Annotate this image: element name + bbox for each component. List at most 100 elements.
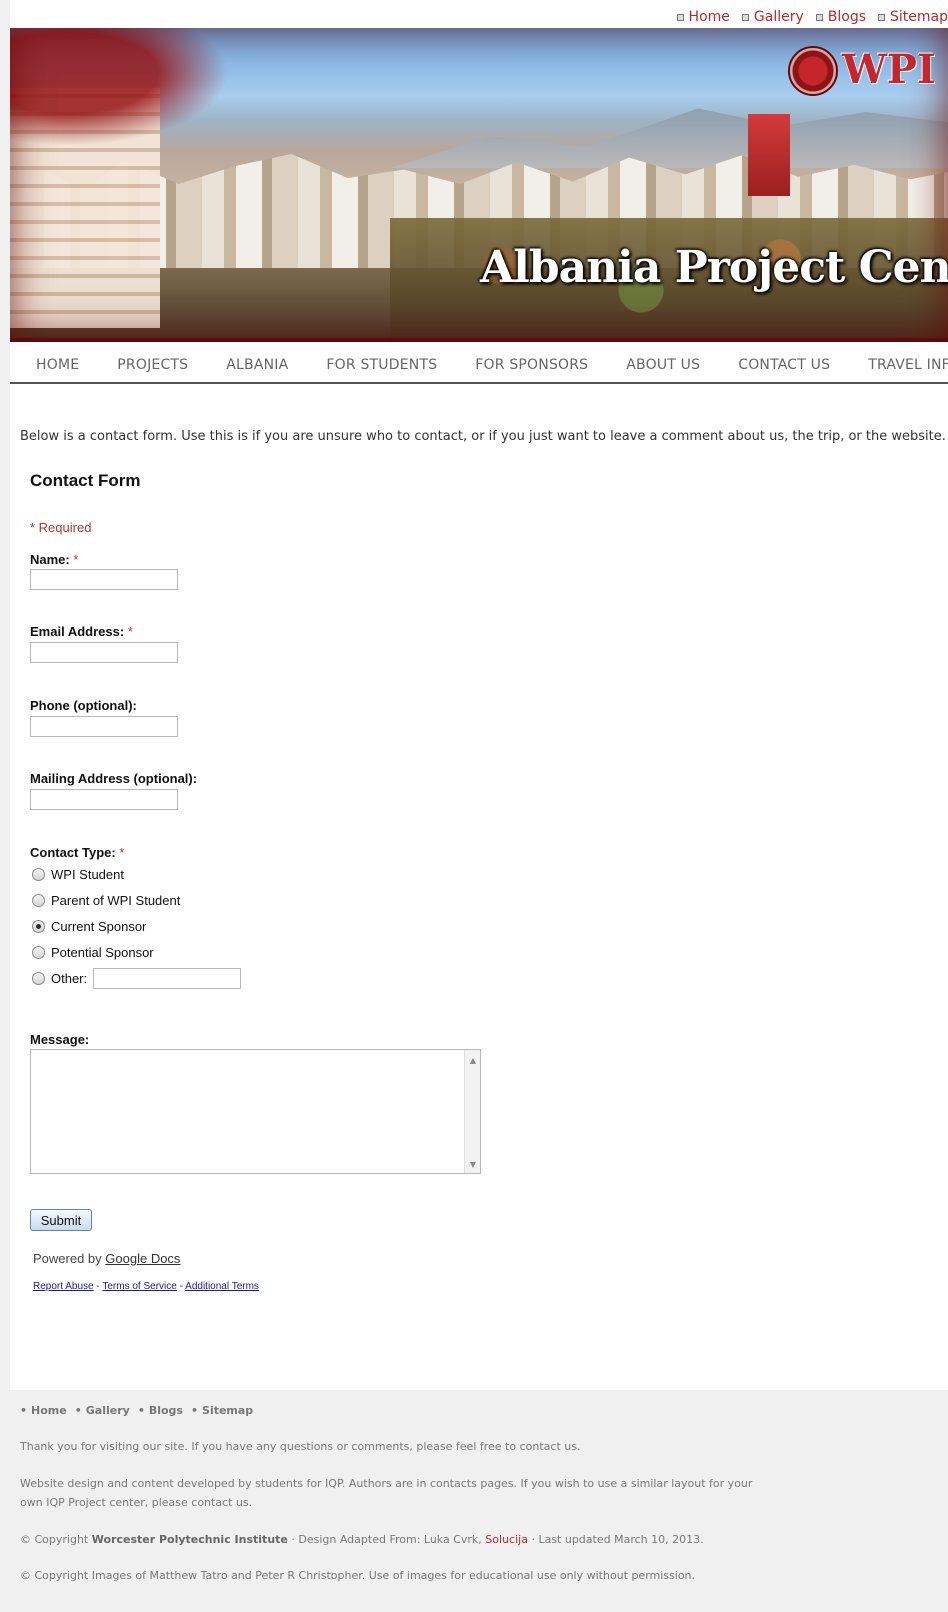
wpi-logo: WPI: [842, 46, 936, 93]
terms-of-service-link[interactable]: Terms of Service: [102, 1281, 176, 1292]
copyright-suffix: · Last updated March 10, 2013.: [531, 1533, 704, 1546]
top-link-label: Gallery: [753, 9, 804, 25]
report-abuse-link[interactable]: Report Abuse: [33, 1281, 94, 1292]
bullet-icon: •: [190, 1404, 199, 1417]
banner-title: Albania Project Center: [480, 242, 948, 293]
message-scrollbar[interactable]: ▲ ▼: [464, 1050, 480, 1173]
footer-copyright: © Copyright Worcester Polytechnic Instit…: [20, 1530, 704, 1549]
contact-type-label-text: Contact Type:: [30, 845, 116, 860]
footer-design-line1: Website design and content developed by …: [20, 1477, 753, 1490]
contact-type-option[interactable]: Current Sponsor: [32, 919, 146, 934]
required-star: *: [119, 845, 125, 860]
footer-link-label: Blogs: [148, 1404, 183, 1417]
email-label-text: Email Address:: [30, 624, 125, 639]
phone-label: Phone (optional):: [30, 698, 137, 713]
phone-field[interactable]: [30, 716, 178, 737]
footer: • Home • Gallery • Blogs • Sitemap Thank you…: [10, 1390, 948, 1612]
radio-button[interactable]: [32, 868, 45, 881]
main-nav: HOME PROJECTS ALBANIA FOR STUDENTS FOR S…: [10, 348, 948, 384]
radio-button[interactable]: [32, 972, 45, 985]
top-link-home[interactable]: Home: [676, 7, 730, 27]
contact-type-option-label: Parent of WPI Student: [51, 893, 181, 908]
bullet-icon: [815, 13, 823, 21]
footer-images-copyright: © Copyright Images of Matthew Tatro and …: [20, 1569, 696, 1582]
contact-type-option[interactable]: WPI Student: [32, 867, 124, 882]
name-label-text: Name:: [30, 552, 70, 567]
nav-travel-info[interactable]: TRAVEL INFO: [868, 357, 948, 373]
contact-type-label: Contact Type: *: [30, 845, 124, 860]
mailing-address-label: Mailing Address (optional):: [30, 771, 198, 786]
footer-link-label: Sitemap: [202, 1404, 254, 1417]
form-terms-links: Report Abuse - Terms of Service - Additi…: [33, 1281, 259, 1292]
message-textarea[interactable]: ▲ ▼: [30, 1049, 481, 1174]
separator: -: [179, 1281, 183, 1292]
required-note: * Required: [30, 520, 92, 535]
nav-home[interactable]: HOME: [36, 357, 79, 373]
contact-type-option[interactable]: Parent of WPI Student: [32, 893, 180, 908]
top-link-label: Sitemap: [890, 9, 948, 25]
footer-link-gallery[interactable]: • Gallery: [75, 1404, 130, 1417]
top-link-sitemap[interactable]: Sitemap: [878, 7, 948, 27]
intro-text: Below is a contact form. Use this is if …: [20, 429, 946, 444]
footer-design-line2: own IQP Project center, please contact u…: [20, 1496, 253, 1509]
footer-links: • Home • Gallery • Blogs • Sitemap: [20, 1404, 253, 1417]
powered-by-text: Powered by: [33, 1251, 102, 1266]
separator: -: [96, 1281, 100, 1292]
footer-link-sitemap[interactable]: • Sitemap: [191, 1404, 253, 1417]
scroll-up-icon[interactable]: ▲: [470, 1056, 476, 1065]
other-field[interactable]: [93, 968, 242, 989]
radio-button-selected[interactable]: [32, 920, 45, 933]
nav-for-students[interactable]: FOR STUDENTS: [326, 357, 437, 373]
contact-type-option-label: Potential Sponsor: [51, 945, 154, 960]
contact-type-option-label: WPI Student: [51, 867, 124, 882]
required-star: *: [127, 624, 133, 639]
radio-button[interactable]: [32, 894, 45, 907]
name-label: Name: *: [30, 552, 78, 567]
footer-link-home[interactable]: • Home: [20, 1404, 67, 1417]
bullet-icon: •: [74, 1404, 82, 1417]
contact-type-option-label: Current Sponsor: [51, 919, 147, 934]
nav-contact-us[interactable]: CONTACT US: [738, 357, 830, 373]
bullet-icon: •: [20, 1404, 28, 1417]
footer-link-label: Gallery: [85, 1404, 130, 1417]
form-title: Contact Form: [30, 471, 141, 490]
google-docs-link[interactable]: Google Docs: [105, 1251, 180, 1266]
top-link-gallery[interactable]: Gallery: [741, 7, 804, 27]
mailing-address-field[interactable]: [30, 789, 178, 810]
top-links: Home Gallery Blogs Sitemap: [676, 7, 948, 27]
nav-projects[interactable]: PROJECTS: [117, 357, 188, 373]
footer-thanks: Thank you for visiting our site. If you …: [20, 1440, 581, 1453]
header-banner: WPI Albania Project Center: [10, 28, 948, 342]
top-link-blogs[interactable]: Blogs: [815, 7, 867, 27]
radio-button[interactable]: [32, 946, 45, 959]
bullet-icon: •: [137, 1404, 145, 1417]
bullet-icon: [741, 13, 749, 21]
required-star: *: [73, 552, 79, 567]
nav-about-us[interactable]: ABOUT US: [626, 357, 700, 373]
submit-button[interactable]: Submit: [30, 1209, 92, 1231]
footer-link-blogs[interactable]: • Blogs: [138, 1404, 183, 1417]
top-link-label: Home: [688, 9, 730, 25]
contact-type-option-label: Other:: [51, 971, 88, 986]
email-field[interactable]: [30, 642, 178, 663]
page-background: Home Gallery Blogs Sitemap WPI Albania P…: [0, 0, 948, 1612]
copyright-org: Worcester Polytechnic Institute: [91, 1533, 288, 1546]
message-label: Message:: [30, 1032, 90, 1047]
additional-terms-link[interactable]: Additional Terms: [185, 1281, 259, 1292]
contact-type-option-other[interactable]: Other:: [32, 968, 242, 989]
bullet-icon: [878, 13, 886, 21]
copyright-mid: · Design Adapted From: Luka Cvrk,: [291, 1533, 482, 1546]
nav-albania[interactable]: ALBANIA: [226, 357, 288, 373]
bullet-icon: [676, 13, 684, 21]
email-label: Email Address: *: [30, 624, 133, 639]
footer-link-label: Home: [31, 1404, 67, 1417]
solucija-link[interactable]: Solucija: [485, 1533, 528, 1546]
nav-for-sponsors[interactable]: FOR SPONSORS: [475, 357, 588, 373]
contact-type-option[interactable]: Potential Sponsor: [32, 945, 154, 960]
scroll-down-icon[interactable]: ▼: [470, 1160, 476, 1169]
name-field[interactable]: [30, 569, 178, 590]
powered-by: Powered by Google Docs: [33, 1251, 180, 1266]
wpi-seal-icon: [788, 46, 838, 96]
top-link-label: Blogs: [827, 9, 867, 25]
copyright-prefix: © Copyright: [20, 1533, 89, 1546]
